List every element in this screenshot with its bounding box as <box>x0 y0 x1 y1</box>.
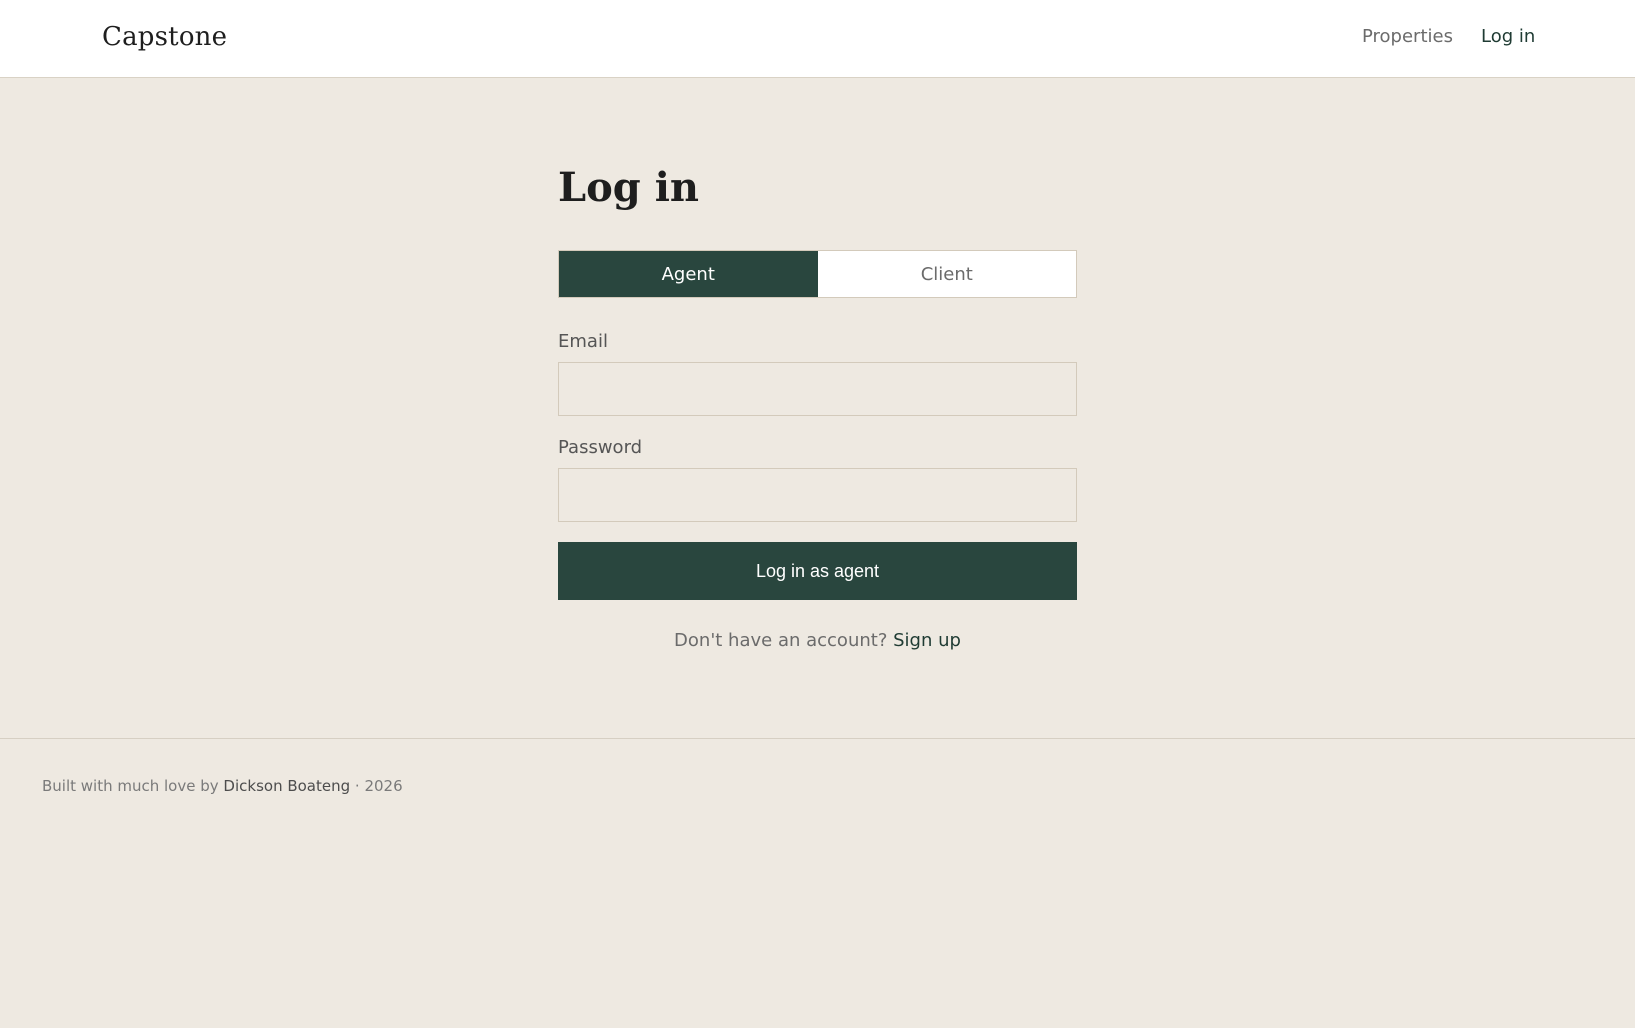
role-toggle: Agent Client <box>558 250 1077 298</box>
nav-link-login[interactable]: Log in <box>1481 26 1535 47</box>
password-field[interactable] <box>558 468 1077 522</box>
email-field[interactable] <box>558 362 1077 416</box>
footer-author-link[interactable]: Dickson Boateng <box>223 777 350 795</box>
brand-logo[interactable]: Capstone <box>102 22 227 52</box>
tab-agent[interactable]: Agent <box>559 251 818 297</box>
signup-prompt: Don't have an account? <box>674 630 888 651</box>
signup-row: Don't have an account? Sign up <box>558 630 1077 651</box>
tab-client[interactable]: Client <box>817 251 1076 297</box>
login-form-container: Log in Agent Client Email Password Log i… <box>558 160 1077 651</box>
page-title: Log in <box>558 164 699 211</box>
page-footer: Built with much love by Dickson Boateng … <box>0 738 1635 795</box>
top-navbar: Capstone Properties Log in <box>0 0 1635 78</box>
nav-link-properties[interactable]: Properties <box>1362 26 1453 47</box>
footer-year: · 2026 <box>354 777 403 795</box>
login-submit-button[interactable]: Log in as agent <box>558 542 1077 600</box>
footer-prefix: Built with much love by <box>42 777 219 795</box>
footer-credit: Built with much love by Dickson Boateng … <box>42 777 403 795</box>
password-label: Password <box>558 437 643 458</box>
email-label: Email <box>558 331 608 352</box>
signup-link[interactable]: Sign up <box>893 630 961 651</box>
